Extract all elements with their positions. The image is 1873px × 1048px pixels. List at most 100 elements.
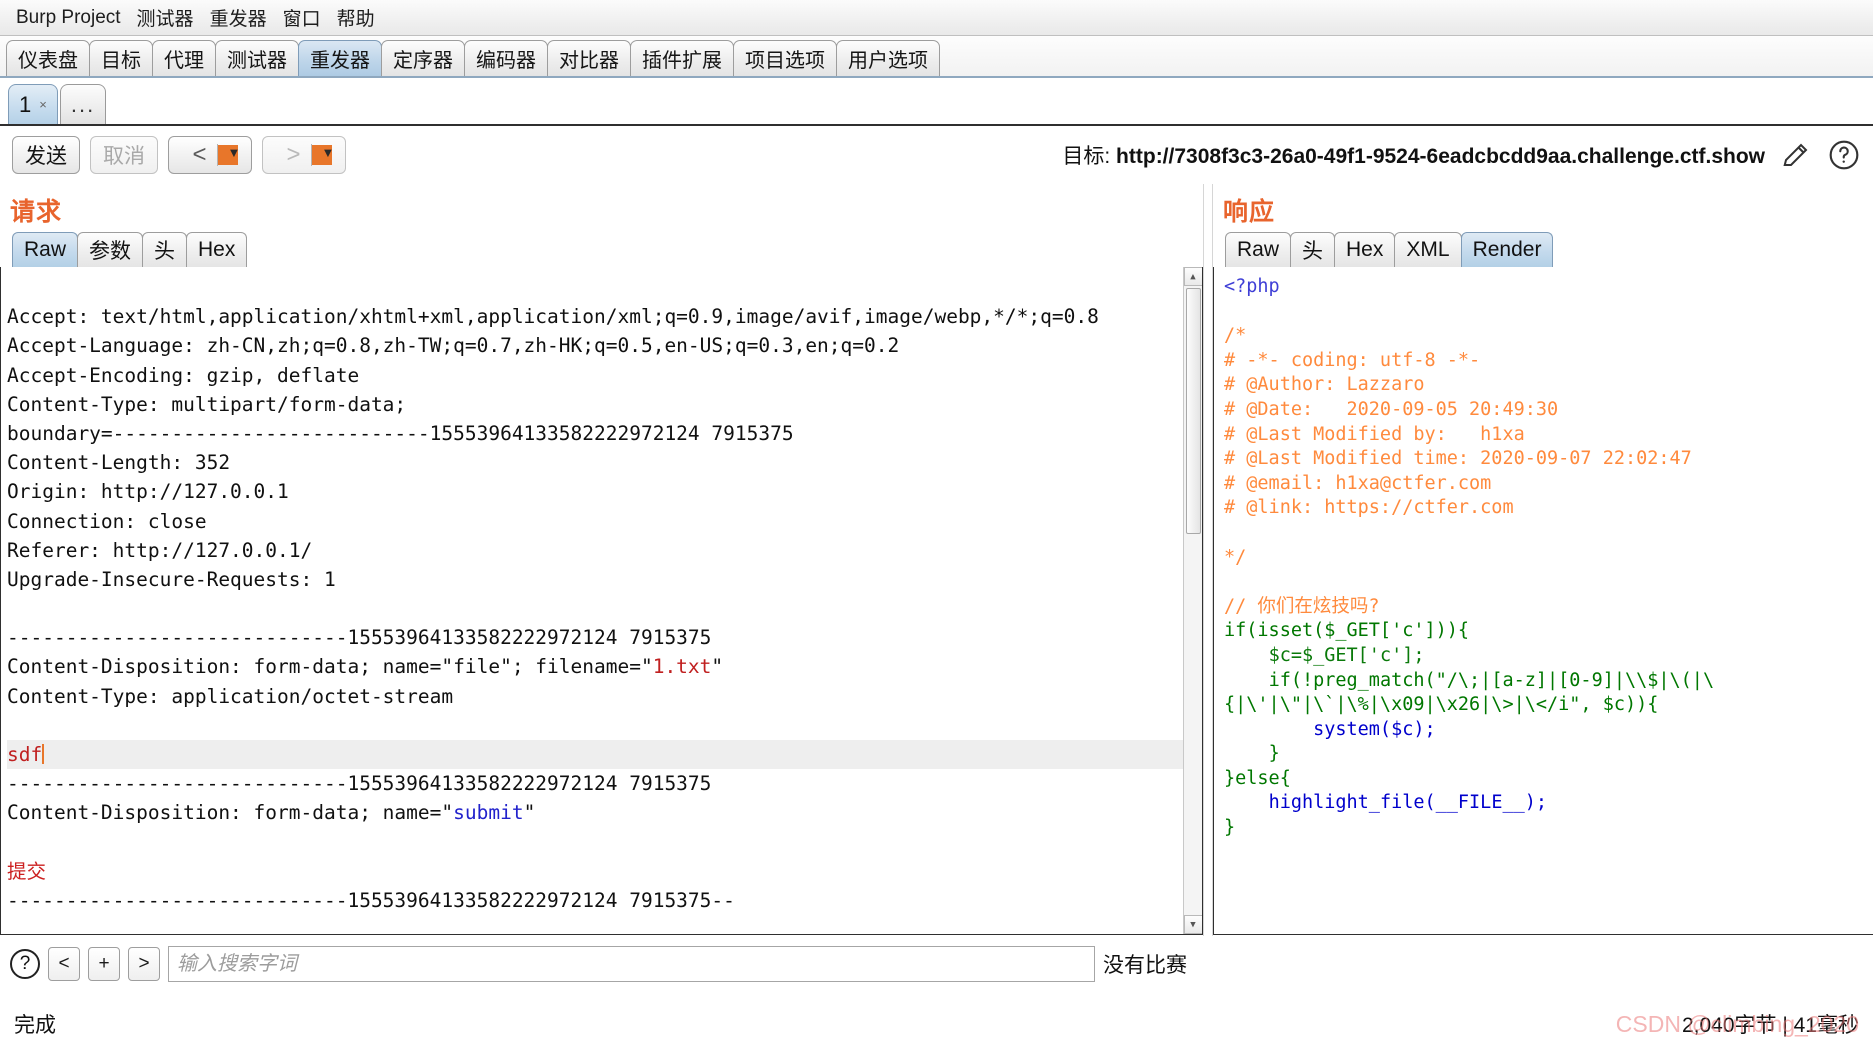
tab-label: Render xyxy=(1472,238,1542,261)
tab-comparer[interactable]: 对比器 xyxy=(547,40,631,76)
request-line: Content-Type: application/octet-stream xyxy=(7,684,454,708)
response-code: <?php /* # -*- coding: utf-8 -*- # @Auth… xyxy=(1214,267,1873,841)
request-line-blank xyxy=(7,828,1194,857)
request-line: Content-Type: multipart/form-data; xyxy=(7,392,407,416)
target-label: 目标: http://7308f3c3-26a0-49f1-9524-6eadc… xyxy=(1062,140,1765,170)
status-right: 2,040字节 | 41毫秒 CSDN @climbing_2020 xyxy=(1616,1009,1859,1039)
tab-user-options[interactable]: 用户选项 xyxy=(836,40,940,76)
scroll-up-icon[interactable]: ▲ xyxy=(1183,267,1202,286)
chevron-right-icon: > xyxy=(286,141,301,168)
tab-repeater[interactable]: 重发器 xyxy=(298,40,382,76)
code-line-system: system($c); xyxy=(1313,718,1436,740)
menu-item-burp-project[interactable]: Burp Project xyxy=(8,5,129,31)
chevron-left-icon: < xyxy=(192,141,207,168)
php-open-tag: <?php xyxy=(1224,276,1280,297)
send-button-label: 发送 xyxy=(25,145,67,168)
request-tab-params[interactable]: 参数 xyxy=(77,232,144,267)
no-match-label: 没有比赛 xyxy=(1103,954,1187,977)
request-line: Origin: http://127.0.0.1 xyxy=(7,480,289,504)
close-icon[interactable]: × xyxy=(39,97,47,112)
tab-label: Raw xyxy=(24,238,67,261)
request-raw-text[interactable]: Accept: text/html,application/xhtml+xml,… xyxy=(1,267,1202,934)
menu-item-repeater[interactable]: 重发器 xyxy=(202,2,275,33)
repeater-tab-new[interactable]: ... xyxy=(59,84,107,124)
body-text: sdf xyxy=(7,743,43,767)
target-prefix: 目标: xyxy=(1062,145,1111,168)
pencil-icon[interactable] xyxy=(1779,138,1813,172)
request-editor[interactable]: Accept: text/html,application/xhtml+xml,… xyxy=(0,267,1203,935)
find-next-button[interactable]: > xyxy=(128,947,160,981)
editor-panels: 请求 Raw 参数 头 Hex Accept: text/html,applic… xyxy=(0,184,1873,936)
menu-item-intruder[interactable]: 测试器 xyxy=(129,2,202,33)
tab-extender[interactable]: 插件扩展 xyxy=(630,40,734,76)
target-area: 目标: http://7308f3c3-26a0-49f1-9524-6eadc… xyxy=(1062,126,1861,184)
submit-name: submit xyxy=(453,801,524,825)
response-tab-headers[interactable]: 头 xyxy=(1290,232,1336,267)
comment-line: # -*- coding: utf-8 -*- xyxy=(1224,349,1481,371)
menu-item-window[interactable]: 窗口 xyxy=(275,2,329,33)
code-line-if-isset: if(isset($_GET['c'])){ xyxy=(1224,620,1470,642)
tab-target[interactable]: 目标 xyxy=(89,40,153,76)
find-bar: ? < + > 没有比赛 xyxy=(0,936,1203,992)
request-panel: 请求 Raw 参数 头 Hex Accept: text/html,applic… xyxy=(0,184,1203,936)
code-line-else: }else{ xyxy=(1224,767,1291,789)
request-line-body[interactable]: sdf xyxy=(7,740,1194,770)
request-tab-bar: Raw 参数 头 Hex xyxy=(8,232,1195,267)
tab-dashboard[interactable]: 仪表盘 xyxy=(6,40,90,76)
go-forward-button[interactable]: > ▼ xyxy=(262,136,346,174)
request-line-disposition-submit: Content-Disposition: form-data; name="su… xyxy=(7,801,536,825)
question-icon[interactable]: ? xyxy=(10,949,40,979)
find-add-button[interactable]: + xyxy=(88,947,120,981)
tab-sequencer[interactable]: 定序器 xyxy=(381,40,465,76)
code-line-highlight: highlight_file(__FILE__); xyxy=(1268,792,1548,814)
response-tab-xml[interactable]: XML xyxy=(1394,232,1462,267)
request-line: Accept: text/html,application/xhtml+xml,… xyxy=(7,305,1099,329)
request-scrollbar[interactable]: ▲ ▼ xyxy=(1183,267,1202,934)
request-line: -----------------------------15553964133… xyxy=(7,626,712,650)
panel-splitter[interactable] xyxy=(1203,184,1213,936)
tab-proxy[interactable]: 代理 xyxy=(152,40,216,76)
find-prev-button[interactable]: < xyxy=(48,947,80,981)
chevron-down-icon[interactable]: ▼ xyxy=(217,145,240,165)
request-title: 请求 xyxy=(10,198,63,226)
send-button[interactable]: 发送 xyxy=(12,136,80,174)
response-tab-bar: Raw 头 Hex XML Render xyxy=(1221,232,1865,267)
request-tab-hex[interactable]: Hex xyxy=(186,232,248,267)
comment-line: # @Last Modified by: h1xa xyxy=(1224,423,1525,445)
code-line-preg-2: {|\'|\"|\`|\%|\x09|\x26|\>|\</i", $c)){ xyxy=(1224,694,1659,716)
comment-line: # @Last Modified time: 2020-09-07 22:02:… xyxy=(1224,448,1692,470)
response-tab-hex[interactable]: Hex xyxy=(1334,232,1396,267)
scroll-thumb[interactable] xyxy=(1185,288,1201,534)
response-render-view[interactable]: <?php /* # -*- coding: utf-8 -*- # @Auth… xyxy=(1213,267,1873,935)
tab-intruder[interactable]: 测试器 xyxy=(215,40,299,76)
code-line-close-inner: } xyxy=(1268,743,1280,765)
response-size-time: 2,040字节 | 41毫秒 xyxy=(1681,1014,1859,1037)
tab-label: 头 xyxy=(154,240,176,263)
tab-project-options[interactable]: 项目选项 xyxy=(733,40,837,76)
comment-line: */ xyxy=(1224,546,1247,568)
inline-comment: // 你们在炫技吗? xyxy=(1224,595,1380,617)
response-tab-render[interactable]: Render xyxy=(1460,232,1554,267)
tab-label: 对比器 xyxy=(559,50,619,72)
request-tab-headers[interactable]: 头 xyxy=(142,232,188,267)
cancel-button-label: 取消 xyxy=(103,145,145,168)
request-line-submit-value: 提交 xyxy=(7,857,1194,886)
repeater-toolbar: 发送 取消 < ▼ > ▼ 目标: http://7308f3c3-26a0-4… xyxy=(0,126,1873,184)
menu-bar: Burp Project 测试器 重发器 窗口 帮助 xyxy=(0,0,1873,36)
repeater-tab-1[interactable]: 1 × xyxy=(8,84,58,124)
scroll-down-icon[interactable]: ▼ xyxy=(1183,915,1202,934)
chevron-down-icon[interactable]: ▼ xyxy=(311,145,334,165)
request-line: boundary=---------------------------1555… xyxy=(7,421,794,445)
request-line: Connection: close xyxy=(7,509,207,533)
response-tab-raw[interactable]: Raw xyxy=(1225,232,1292,267)
go-back-button[interactable]: < ▼ xyxy=(168,136,252,174)
filename-value: 1.txt xyxy=(652,655,712,679)
comment-line: # @email: h1xa@ctfer.com xyxy=(1224,472,1492,494)
search-input[interactable] xyxy=(168,946,1095,982)
tab-decoder[interactable]: 编码器 xyxy=(464,40,548,76)
scroll-track[interactable] xyxy=(1184,286,1203,915)
code-line-close-outer: } xyxy=(1224,817,1236,839)
menu-item-help[interactable]: 帮助 xyxy=(329,2,383,33)
question-icon[interactable] xyxy=(1827,138,1861,172)
request-tab-raw[interactable]: Raw xyxy=(12,232,79,267)
